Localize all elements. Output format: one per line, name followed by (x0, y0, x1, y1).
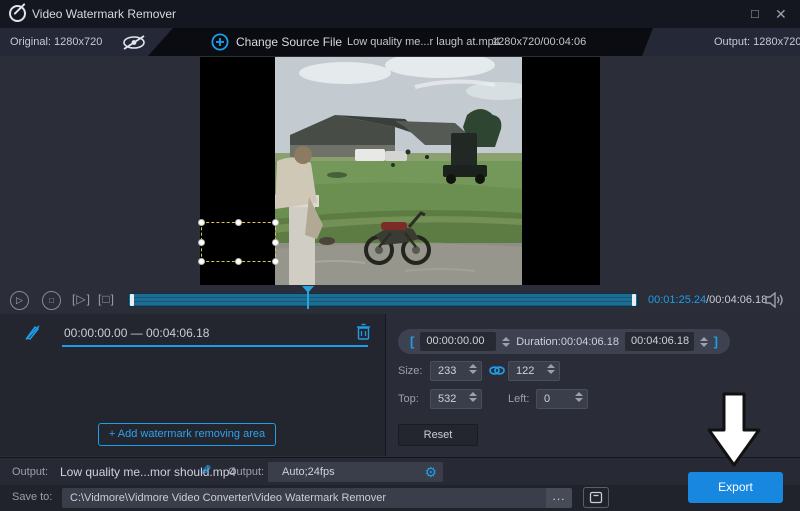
open-folder-button[interactable] (583, 487, 609, 508)
current-time: 00:01:25.24 (648, 294, 707, 306)
top-spinner[interactable] (469, 392, 477, 402)
reset-button[interactable]: Reset (398, 424, 478, 446)
export-button[interactable]: Export (688, 472, 783, 503)
title-bar: Video Watermark Remover □ ✕ (0, 0, 800, 28)
video-frame (275, 57, 522, 285)
start-time-input[interactable]: 00:00:00.00 (420, 332, 497, 351)
add-watermark-area-button[interactable]: + Add watermark removing area (98, 423, 276, 446)
end-time-spinner[interactable] (699, 336, 708, 347)
height-input[interactable]: 122 (508, 361, 560, 381)
top-input[interactable]: 532 (430, 389, 482, 409)
output-bar: Output: Low quality me...mor should.mp4 … (0, 457, 800, 503)
resize-handle-s[interactable] (235, 258, 242, 265)
gear-icon[interactable]: ⚙ (424, 462, 437, 482)
play-button[interactable]: ▷ (10, 291, 29, 310)
trim-handle-end[interactable] (632, 294, 636, 306)
total-time: /00:04:06.18 (706, 294, 768, 306)
width-input[interactable]: 233 (430, 361, 482, 381)
trash-icon[interactable] (356, 323, 371, 341)
resize-handle-sw[interactable] (198, 258, 205, 265)
track-selected-underline (62, 345, 368, 347)
original-resolution-label: Original: 1280x720 (10, 36, 103, 48)
start-time-spinner[interactable] (502, 336, 511, 347)
width-spinner[interactable] (469, 364, 477, 374)
resize-handle-nw[interactable] (198, 219, 205, 226)
close-button[interactable]: ✕ (775, 6, 787, 22)
timeline-slider[interactable] (128, 286, 638, 309)
resize-handle-n[interactable] (235, 219, 242, 226)
trim-handle-start[interactable] (130, 294, 134, 306)
left-label: Left: (508, 393, 530, 405)
browse-button[interactable]: ... (546, 488, 572, 508)
playhead-line[interactable] (307, 291, 309, 309)
source-file-name: Low quality me...r laugh at.mp4 (347, 36, 500, 48)
window-title: Video Watermark Remover (32, 7, 177, 21)
duration-label: Duration:00:04:06.18 (516, 335, 619, 348)
open-folder-icon (589, 491, 603, 504)
left-input[interactable]: 0 (536, 389, 588, 409)
resize-handle-ne[interactable] (272, 219, 279, 226)
source-file-meta: 1280x720/00:04:06 (492, 36, 587, 48)
output-file-label: Output: (12, 466, 49, 478)
frame-play-button[interactable]: [▷] (72, 292, 91, 306)
bracket-close: ] (713, 334, 718, 349)
left-spinner[interactable] (575, 392, 583, 402)
size-label: Size: (398, 365, 423, 377)
frame-stop-button[interactable]: [□] (98, 292, 115, 306)
resize-handle-se[interactable] (272, 258, 279, 265)
top-label: Top: (398, 393, 419, 405)
edit-name-icon[interactable]: ✎ (200, 462, 212, 479)
save-bar: Save to: C:\Vidmore\Vidmore Video Conver… (0, 485, 800, 511)
watermark-properties-panel: [ 00:00:00.00 Duration:00:04:06.18 00:04… (386, 314, 800, 456)
watermark-brush-icon (25, 325, 40, 341)
maximize-button[interactable]: □ (751, 6, 759, 22)
save-path-input[interactable]: C:\Vidmore\Vidmore Video Converter\Video… (62, 488, 572, 508)
stop-button[interactable]: □ (42, 291, 61, 310)
bracket-open: [ (410, 334, 415, 349)
link-aspect-icon[interactable] (489, 364, 505, 377)
top-toolbar: Original: 1280x720 Change Source File Lo… (0, 28, 800, 56)
eye-off-icon[interactable] (120, 33, 148, 52)
track-time-range[interactable]: 00:00:00.00 — 00:04:06.18 (64, 326, 209, 340)
plus-icon: + (108, 428, 116, 440)
watermark-track-panel: 00:00:00.00 — 00:04:06.18 + Add watermar… (0, 314, 386, 456)
resize-handle-w[interactable] (198, 239, 205, 246)
watermark-selection-box[interactable] (198, 219, 279, 265)
resize-handle-e[interactable] (272, 239, 279, 246)
output-format-label: Output: (228, 466, 265, 478)
volume-icon[interactable] (764, 292, 784, 308)
video-watermark-remover-window: Video Watermark Remover □ ✕ Original: 12… (0, 0, 800, 511)
time-range-pill: [ 00:00:00.00 Duration:00:04:06.18 00:04… (398, 329, 730, 354)
height-spinner[interactable] (547, 364, 555, 374)
end-time-input[interactable]: 00:04:06.18 (624, 332, 694, 351)
output-format-select[interactable]: Auto;24fps ⚙ (268, 462, 443, 482)
plus-circle-icon[interactable] (211, 33, 229, 51)
time-readout: 00:01:25.24/00:04:06.18 (648, 294, 767, 306)
save-to-label: Save to: (12, 491, 53, 503)
video-preview-stage (198, 57, 600, 285)
output-resolution-label: Output: 1280x720 (714, 36, 800, 48)
change-source-file-button[interactable]: Change Source File (236, 35, 342, 49)
